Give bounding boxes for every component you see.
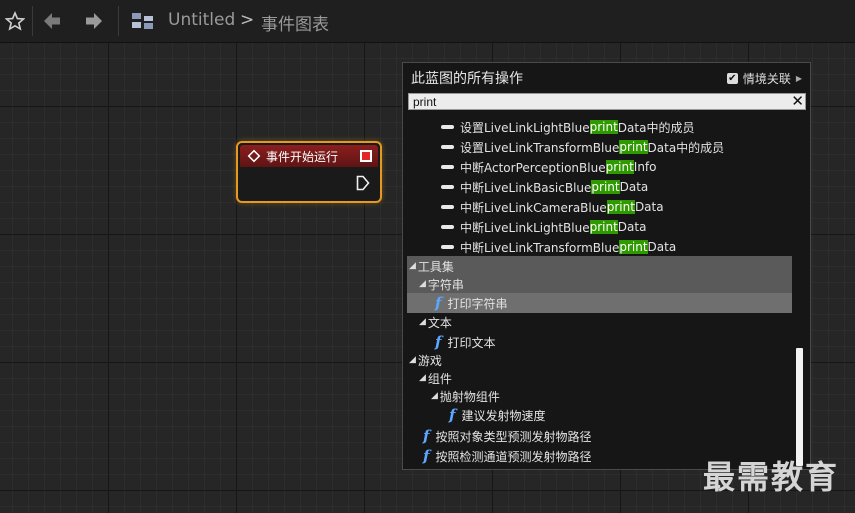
watermark-text: 最需教育 (703, 458, 840, 496)
node-header[interactable]: 事件开始运行 (240, 145, 378, 167)
blueprint-graph-icon (128, 6, 158, 36)
delegate-pin-icon[interactable] (360, 150, 372, 162)
list-item-label: Data (619, 180, 649, 194)
function-label: 打印字符串 (447, 296, 508, 311)
toolbar-divider (118, 6, 119, 36)
variable-set-icon (441, 205, 454, 209)
list-item[interactable]: 中断LiveLinkCameraBlue print Data (407, 197, 792, 217)
list-item-label: Data (634, 200, 664, 214)
search-match-highlight: print (606, 200, 635, 214)
breadcrumb-current[interactable]: 事件图表 (261, 10, 329, 35)
category-item[interactable]: ◢ 抛射物组件 (407, 386, 792, 406)
list-item[interactable]: 设置LiveLinkTransformBlue print Data中的成员 (407, 137, 792, 157)
search-match-highlight: print (619, 240, 648, 254)
event-diamond-icon (247, 149, 261, 163)
list-item[interactable]: 设置LiveLinkLightBlue print Data中的成员 (407, 117, 792, 137)
category-label: 工具集 (417, 259, 454, 274)
list-item-label: Data中的成员 (647, 140, 725, 155)
variable-set-icon (441, 125, 454, 129)
search-match-highlight: print (619, 140, 648, 154)
list-item-label: 设置LiveLinkTransformBlue (460, 140, 620, 155)
clear-search-icon[interactable]: ✕ (791, 92, 804, 110)
search-match-highlight: print (589, 220, 618, 234)
category-label: 抛射物组件 (439, 389, 500, 404)
back-arrow-icon[interactable] (37, 6, 67, 36)
category-label: 组件 (427, 371, 452, 386)
star-icon[interactable] (0, 6, 30, 36)
function-label: 按照检测通道预测发射物路径 (435, 449, 592, 464)
search-match-highlight: print (589, 120, 618, 134)
action-list[interactable]: 设置LiveLinkLightBlue print Data中的成员 设置LiveLi… (407, 115, 792, 467)
expand-triangle-icon[interactable]: ◢ (419, 373, 426, 383)
toolbar: Untitled > 事件图表 (0, 0, 855, 43)
context-sensitive-label: 情境关联 (742, 72, 791, 86)
category-item[interactable]: ◢ 游戏 (407, 350, 792, 370)
expand-triangle-icon[interactable]: ◢ (409, 355, 416, 365)
event-begin-play-node[interactable]: 事件开始运行 (236, 141, 382, 203)
function-item[interactable]: f 建议发射物速度 (407, 405, 792, 425)
list-item-label: 中断LiveLinkBasicBlue (460, 180, 592, 195)
breadcrumb-root[interactable]: Untitled (168, 10, 235, 30)
variable-set-icon (441, 185, 454, 189)
node-title: 事件开始运行 (266, 149, 339, 164)
function-icon: f (449, 406, 456, 424)
variable-set-icon (441, 245, 454, 249)
category-item[interactable]: ◢ 工具集 (407, 256, 792, 276)
function-item[interactable]: f 按照对象类型预测发射物路径 (407, 426, 792, 446)
variable-set-icon (441, 145, 454, 149)
function-item[interactable]: f 打印字符串 (407, 293, 792, 313)
list-item-label: Data (617, 220, 647, 234)
list-item[interactable]: 中断LiveLinkLightBlue print Data (407, 217, 792, 237)
function-icon: f (435, 333, 442, 351)
variable-set-icon (441, 165, 454, 169)
category-item[interactable]: ◢ 文本 (407, 312, 792, 332)
category-label: 文本 (427, 315, 452, 330)
action-search-input[interactable] (408, 93, 806, 110)
breadcrumb-separator: > (240, 10, 255, 30)
toolbar-divider (32, 6, 33, 36)
category-item[interactable]: ◢ 组件 (407, 368, 792, 388)
search-match-highlight: print (605, 160, 634, 174)
list-item-label: 中断LiveLinkLightBlue (460, 220, 590, 235)
function-label: 打印文本 (447, 335, 496, 350)
expand-triangle-icon[interactable]: ◢ (419, 279, 426, 289)
list-item-label: 设置LiveLinkLightBlue (460, 120, 590, 135)
function-label: 建议发射物速度 (461, 408, 546, 423)
search-match-highlight: print (591, 180, 620, 194)
caret-right-icon[interactable]: ▶ (796, 74, 802, 83)
checkbox-checked-icon[interactable]: ✔ (726, 73, 738, 84)
forward-arrow-icon[interactable] (79, 6, 109, 36)
panel-title: 此蓝图的所有操作 (411, 71, 523, 87)
category-item[interactable]: ◢ 字符串 (407, 274, 792, 294)
list-item-label: Info (633, 160, 657, 174)
list-item-label: Data中的成员 (617, 120, 695, 135)
expand-triangle-icon[interactable]: ◢ (409, 261, 416, 271)
scrollbar-thumb[interactable] (796, 348, 803, 466)
expand-triangle-icon[interactable]: ◢ (431, 391, 438, 401)
category-label: 字符串 (427, 277, 464, 292)
function-icon: f (423, 427, 430, 445)
list-item-label: 中断ActorPerceptionBlue (460, 160, 606, 175)
list-item[interactable]: 中断LiveLinkBasicBlue print Data (407, 177, 792, 197)
list-item[interactable]: 中断LiveLinkTransformBlue print Data (407, 237, 792, 257)
list-item-label: 中断LiveLinkTransformBlue (460, 240, 620, 255)
list-item[interactable]: 中断ActorPerceptionBlue print Info (407, 157, 792, 177)
expand-triangle-icon[interactable]: ◢ (419, 317, 426, 327)
list-item-label: 中断LiveLinkCameraBlue (460, 200, 607, 215)
exec-output-pin-icon[interactable] (356, 175, 370, 195)
list-item-label: Data (647, 240, 677, 254)
context-sensitive-toggle[interactable]: ✔ 情境关联 ▶ (726, 70, 802, 87)
category-label: 游戏 (417, 353, 442, 368)
function-label: 按照对象类型预测发射物路径 (435, 429, 592, 444)
function-icon: f (423, 447, 430, 465)
function-icon: f (435, 294, 442, 312)
action-menu-panel: 此蓝图的所有操作 ✔ 情境关联 ▶ ✕ 设置LiveLinkLightBluep… (402, 62, 811, 470)
variable-set-icon (441, 225, 454, 229)
function-item[interactable]: f 打印文本 (407, 332, 792, 352)
